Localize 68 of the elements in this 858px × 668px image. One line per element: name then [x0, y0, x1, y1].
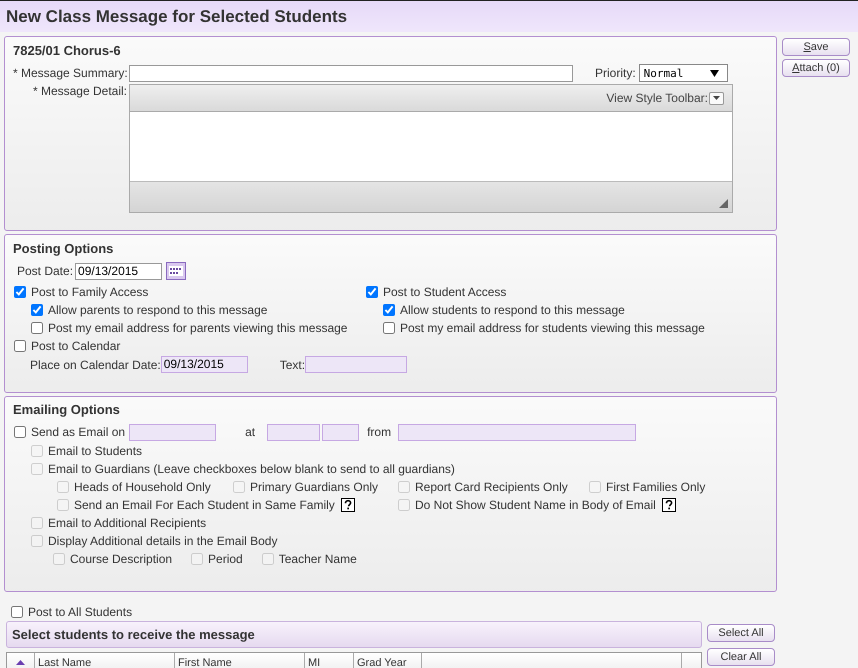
checkbox[interactable]: [14, 286, 26, 298]
field-label: Text:: [280, 358, 306, 372]
class-name: 7825/01 Chorus-6: [13, 43, 121, 58]
checkbox-label: Send an Email For Each Student in Same Family: [74, 498, 335, 512]
checkbox-label: Post to Calendar: [31, 339, 120, 353]
field-label: from: [367, 425, 392, 439]
column-header[interactable]: Last Name: [35, 653, 175, 668]
checkbox-label: Email to Students: [48, 444, 142, 458]
checkbox-label: Display Additional details in the Email Body: [48, 534, 278, 548]
column-header[interactable]: First Name: [175, 653, 305, 668]
section-heading: Emailing Options: [13, 402, 120, 417]
post-date-field[interactable]: 09/13/2015: [75, 262, 162, 280]
checkbox-label: First Families Only: [606, 480, 706, 494]
checkbox-label: Send as Email on: [31, 425, 126, 439]
field-label: Priority:: [595, 66, 636, 80]
checkbox-label: Post my email address for parents viewing this message: [48, 321, 348, 335]
calendar-icon[interactable]: [166, 262, 186, 280]
field-label: * Message Detail:: [32, 84, 127, 98]
page-title: New Class Message for Selected Students: [6, 6, 348, 26]
checkbox-label: Course Description: [70, 552, 172, 566]
action-button[interactable]: Clear All: [707, 648, 775, 666]
priority-dropdown[interactable]: Normal: [638, 64, 728, 82]
checkbox-label: Email to Guardians (Leave checkboxes below blank to send to all guardians): [48, 462, 455, 476]
from-field[interactable]: [398, 424, 636, 440]
checkbox-label: Allow parents to respond to this message: [48, 303, 268, 317]
sort-up-icon: [16, 660, 25, 665]
resize-grip-icon[interactable]: [719, 199, 728, 208]
checkbox-label: Period: [208, 552, 243, 566]
checkbox[interactable]: [366, 286, 378, 298]
section-heading: Posting Options: [13, 241, 114, 256]
action-button[interactable]: Attach (0): [782, 59, 850, 77]
action-button[interactable]: Save: [782, 38, 850, 56]
field-label: at: [245, 425, 256, 439]
hour-field[interactable]: [267, 424, 320, 440]
summary-field[interactable]: [129, 64, 573, 82]
column-header[interactable]: Grad Year: [354, 653, 422, 668]
checkbox-label: Report Card Recipients Only: [415, 480, 568, 494]
email-date-field[interactable]: [129, 424, 216, 440]
field-label: Post Date:: [17, 264, 74, 278]
message-editor[interactable]: View Style Toolbar:: [129, 84, 733, 213]
calendar-text-field[interactable]: [305, 356, 408, 373]
field-label: Place on Calendar Date:: [30, 358, 161, 372]
checkbox[interactable]: [383, 322, 395, 334]
section-heading: Select students to receive the message: [12, 627, 255, 642]
action-button[interactable]: Select All: [707, 624, 775, 642]
checkbox-label: Post to Student Access: [383, 285, 506, 299]
checkbox[interactable]: [14, 426, 26, 438]
checkbox[interactable]: [14, 340, 26, 352]
column-header[interactable]: MI: [305, 653, 354, 668]
checkbox-label: Email to Additional Recipients: [48, 516, 206, 530]
checkbox-label: Teacher Name: [278, 552, 357, 566]
calendar-date-field[interactable]: 09/13/2015: [160, 356, 248, 373]
checkbox-label: Primary Guardians Only: [250, 480, 378, 494]
checkbox[interactable]: [11, 606, 23, 618]
toolbar-toggle-label: View Style Toolbar:: [606, 91, 708, 105]
checkbox-label: Post to Family Access: [31, 285, 148, 299]
minute-field[interactable]: [322, 424, 360, 440]
field-label: * Message Summary:: [13, 66, 127, 80]
checkbox[interactable]: [383, 304, 395, 316]
dropdown-arrow-icon: [710, 70, 719, 76]
checkbox[interactable]: [31, 304, 43, 316]
checkbox-label: Do Not Show Student Name in Body of Email: [415, 498, 656, 512]
checkbox-label: Post to All Students: [28, 605, 132, 619]
checkbox-label: Allow students to respond to this message: [400, 303, 625, 317]
checkbox-label: Heads of Household Only: [74, 480, 211, 494]
checkbox-label: Post my email address for students viewing this message: [400, 321, 705, 335]
toolbar-dropdown-icon[interactable]: [709, 92, 724, 104]
checkbox[interactable]: [31, 322, 43, 334]
